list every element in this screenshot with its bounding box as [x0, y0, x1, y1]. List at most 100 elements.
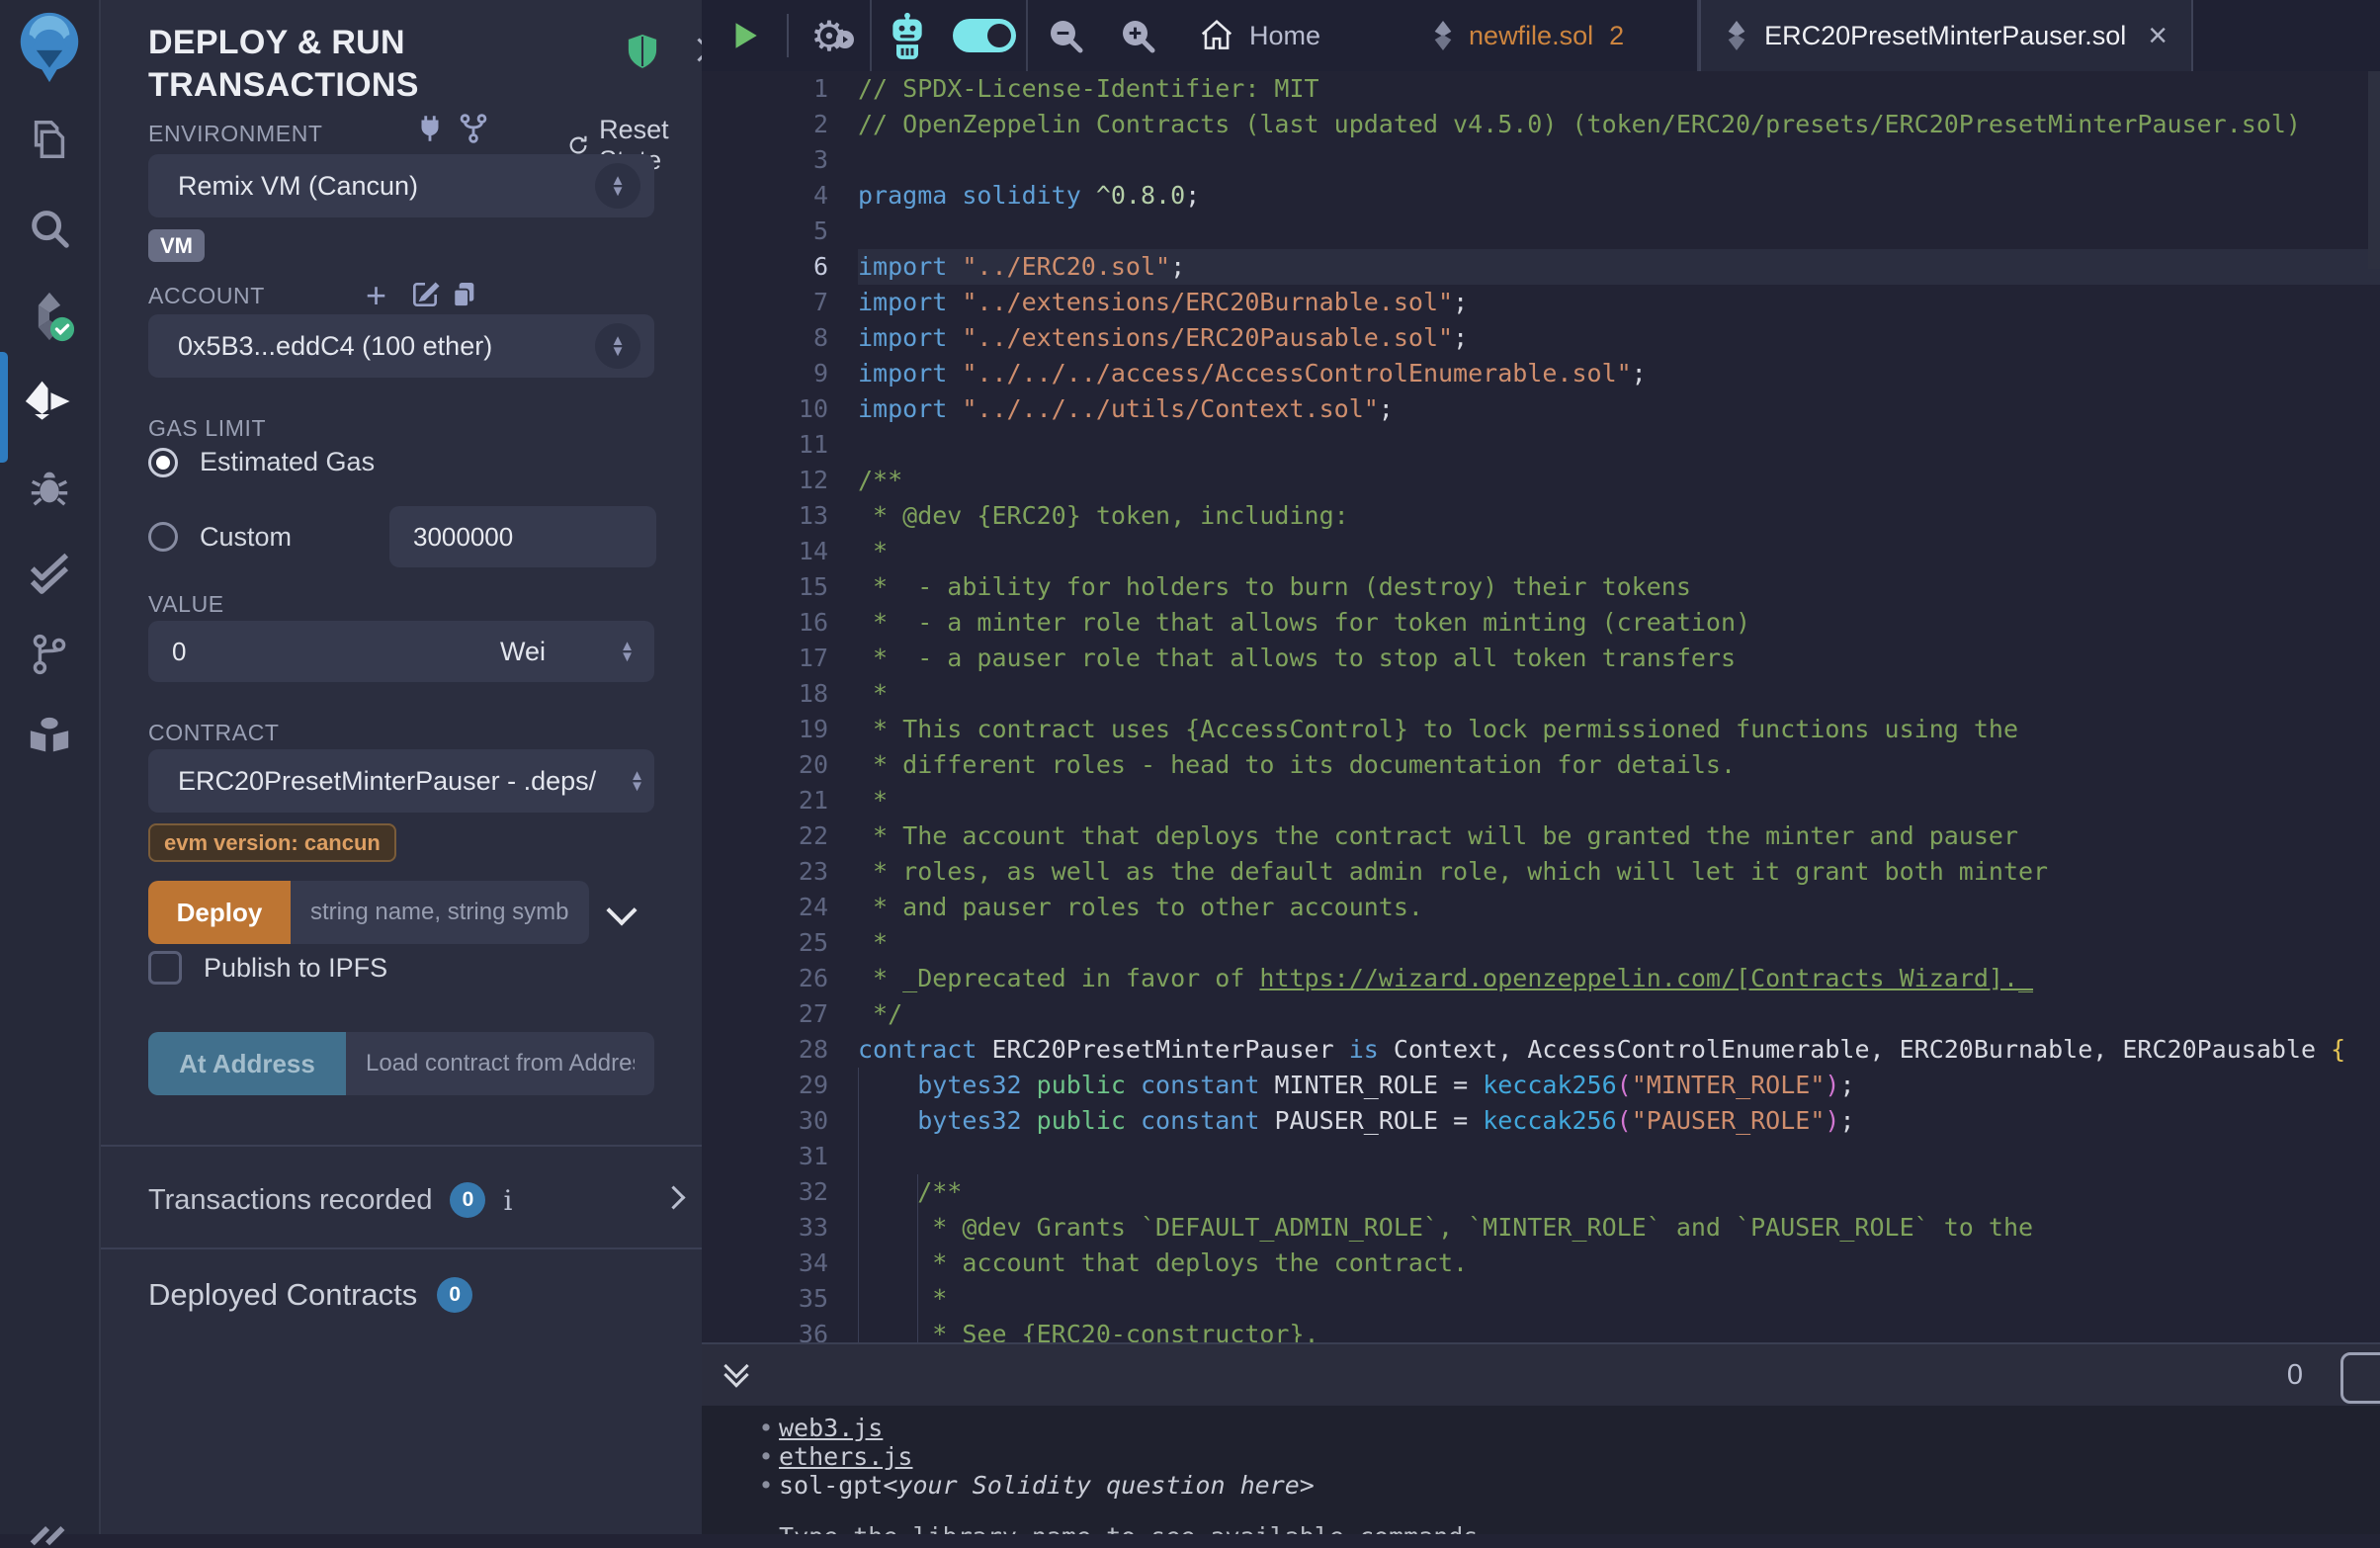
debugger-icon[interactable] — [0, 465, 99, 510]
terminal-bar[interactable]: 0 — [702, 1342, 2380, 1406]
code-line-content: contract ERC20PresetMinterPauser is Cont… — [858, 1032, 2380, 1068]
contract-select[interactable]: ERC20PresetMinterPauser - .deps/ ▲▼ — [148, 749, 654, 813]
solidity-compiler-icon[interactable] — [0, 291, 99, 342]
terminal-list-item[interactable]: •ethers.js — [753, 1442, 2380, 1471]
evm-version-badge: evm version: cancun — [148, 830, 396, 856]
close-tab-icon[interactable]: × — [2148, 19, 2168, 52]
deployed-contracts-count-badge: 0 — [437, 1277, 472, 1313]
deploy-params-input[interactable] — [291, 881, 589, 944]
code-line-22: 22 * The account that deploys the contra… — [702, 818, 2380, 854]
code-line-3: 3 — [702, 142, 2380, 178]
code-line-content: * roles, as well as the default admin ro… — [858, 854, 2380, 890]
indent-guide — [917, 1281, 918, 1317]
unit-testing-icon[interactable] — [0, 550, 99, 595]
at-address-button[interactable]: At Address — [148, 1032, 346, 1095]
copy-account-icon[interactable] — [449, 279, 480, 315]
terminal-listen-checkbox[interactable] — [2340, 1352, 2380, 1404]
line-number: 25 — [702, 925, 828, 961]
plug-icon[interactable] — [413, 111, 447, 151]
code-line-content: /** — [858, 1174, 2380, 1210]
custom-gas-option[interactable]: Custom — [148, 506, 292, 567]
line-number: 13 — [702, 498, 828, 534]
plugin-manager-icon[interactable] — [0, 714, 99, 759]
tab-home[interactable]: Home — [1198, 17, 1320, 54]
publish-to-ipfs-checkbox[interactable] — [148, 951, 182, 985]
line-number: 12 — [702, 463, 828, 498]
terminal-list-item[interactable]: •web3.js — [753, 1414, 2380, 1442]
code-line-content — [858, 214, 2380, 249]
code-line-content: bytes32 public constant MINTER_ROLE = ke… — [858, 1068, 2380, 1103]
git-icon[interactable] — [0, 631, 99, 678]
zoom-out-icon[interactable] — [1028, 16, 1103, 55]
tab-erc20presetminterpauser[interactable]: ERC20PresetMinterPauser.sol × — [1699, 0, 2193, 71]
code-editor[interactable]: 1// SPDX-License-Identifier: MIT2// Open… — [702, 71, 2380, 1352]
publish-to-ipfs-option[interactable]: Publish to IPFS — [148, 951, 387, 985]
code-line-6: 6import "../ERC20.sol"; — [702, 249, 2380, 285]
code-line-35: 35 * — [702, 1281, 2380, 1317]
deploy-and-run-icon[interactable] — [0, 378, 99, 425]
line-number: 27 — [702, 996, 828, 1032]
transactions-info-icon[interactable]: i — [503, 1184, 512, 1217]
tab-active-label: ERC20PresetMinterPauser.sol — [1764, 21, 2126, 51]
code-line-32: 32 /** — [702, 1174, 2380, 1210]
line-number: 26 — [702, 961, 828, 996]
terminal-output[interactable]: •web3.js•ethers.js•sol-gpt <your Solidit… — [702, 1406, 2380, 1534]
code-line-content: * - a pauser role that allows to stop al… — [858, 641, 2380, 676]
indent-guide — [917, 1174, 918, 1210]
estimated-gas-option[interactable]: Estimated Gas — [148, 447, 375, 477]
expand-transactions-icon[interactable] — [665, 1189, 682, 1211]
line-number: 19 — [702, 712, 828, 747]
at-address-input[interactable] — [346, 1032, 654, 1095]
code-line-14: 14 * — [702, 534, 2380, 569]
settings-partial-icon[interactable] — [0, 1508, 99, 1548]
edit-account-icon[interactable] — [409, 279, 441, 315]
code-line-content: * This contract uses {AccessControl} to … — [858, 712, 2380, 747]
line-number: 32 — [702, 1174, 828, 1210]
tab-newfile-badge: 2 — [1609, 21, 1624, 51]
tab-home-label: Home — [1249, 21, 1320, 51]
account-select[interactable]: 0x5B3...eddC4 (100 ether) ▲▼ — [148, 314, 654, 378]
code-line-content: // SPDX-License-Identifier: MIT — [858, 71, 2380, 107]
code-line-28: 28contract ERC20PresetMinterPauser is Co… — [702, 1032, 2380, 1068]
code-line-10: 10import "../../../utils/Context.sol"; — [702, 391, 2380, 427]
collapse-terminal-icon[interactable] — [727, 1366, 745, 1384]
custom-gas-radio[interactable] — [148, 522, 178, 552]
deployed-contracts-row: Deployed Contracts 0 — [148, 1277, 472, 1313]
code-line-30: 30 bytes32 public constant PAUSER_ROLE =… — [702, 1103, 2380, 1139]
tab-newfile[interactable]: newfile.sol 2 — [1431, 21, 1624, 51]
estimated-gas-radio[interactable] — [148, 448, 178, 477]
line-number: 15 — [702, 569, 828, 605]
value-input[interactable] — [148, 621, 504, 682]
script-config-button[interactable]: ⚙ — [789, 12, 870, 60]
run-script-button[interactable] — [702, 19, 787, 52]
search-icon[interactable] — [0, 206, 99, 251]
environment-select[interactable]: Remix VM (Cancun) ▲▼ — [148, 154, 654, 217]
add-account-icon[interactable]: + — [366, 275, 386, 316]
shield-icon[interactable] — [625, 32, 660, 76]
code-line-content: import "../../../utils/Context.sol"; — [858, 391, 2380, 427]
transactions-recorded-row[interactable]: Transactions recorded 0 i — [148, 1182, 682, 1218]
code-line-content: import "../../../access/AccessControlEnu… — [858, 356, 2380, 391]
line-number: 31 — [702, 1139, 828, 1174]
ai-copilot-toggle[interactable] — [943, 19, 1026, 52]
fork-environment-icon[interactable] — [457, 111, 490, 151]
terminal-link[interactable]: ethers.js — [779, 1442, 912, 1471]
file-explorer-icon[interactable] — [0, 117, 99, 162]
editor-scrollbar[interactable] — [2368, 71, 2380, 269]
custom-gas-input[interactable] — [389, 506, 656, 567]
ai-assistant-icon[interactable] — [872, 12, 943, 59]
contract-label: CONTRACT — [148, 720, 280, 746]
code-line-34: 34 * account that deploys the contract. — [702, 1246, 2380, 1281]
deploy-button[interactable]: Deploy — [148, 881, 291, 944]
deployed-contracts-label: Deployed Contracts — [148, 1277, 417, 1313]
value-unit: Wei — [461, 637, 620, 667]
terminal-link[interactable]: web3.js — [779, 1414, 883, 1442]
expand-deploy-params-icon[interactable] — [611, 900, 633, 926]
code-line-content: * - a minter role that allows for token … — [858, 605, 2380, 641]
zoom-in-icon[interactable] — [1103, 16, 1172, 55]
environment-selected-value: Remix VM (Cancun) — [148, 171, 595, 202]
remix-logo — [0, 10, 99, 85]
value-unit-select[interactable]: Wei ▲▼ — [461, 621, 654, 682]
indent-guide — [858, 1068, 859, 1103]
code-line-content: /** — [858, 463, 2380, 498]
